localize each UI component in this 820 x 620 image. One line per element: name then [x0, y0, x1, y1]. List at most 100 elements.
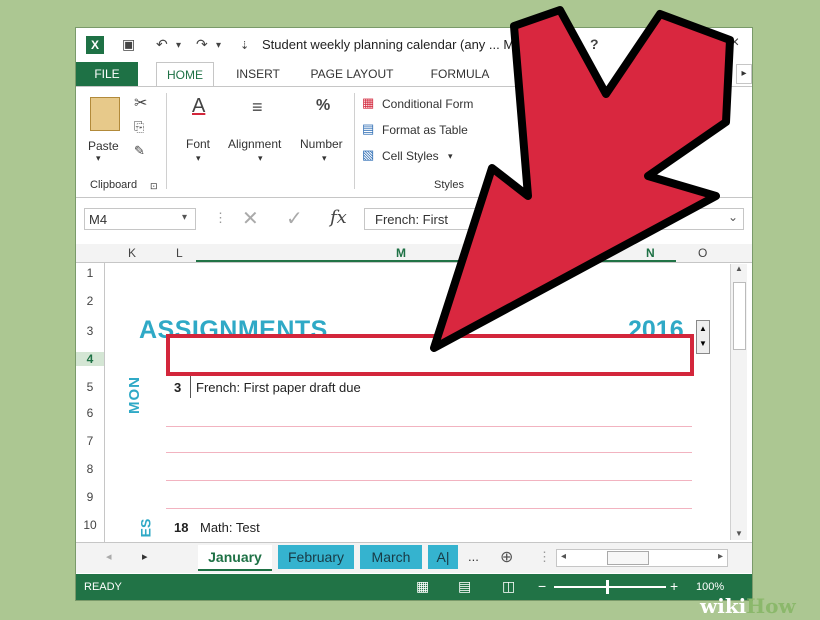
alignment-button[interactable]: Alignment: [228, 137, 281, 151]
row-header-4[interactable]: 4: [76, 352, 104, 366]
clipboard-launcher-icon[interactable]: ⊡: [150, 181, 158, 192]
monday-label: MON: [126, 376, 143, 414]
column-header-o[interactable]: O: [698, 246, 707, 260]
redo-dropdown-icon[interactable]: ▾: [216, 40, 221, 51]
year-spinner[interactable]: ▲ ▼: [696, 320, 710, 354]
row-header-7[interactable]: 7: [76, 434, 104, 448]
new-sheet-icon[interactable]: ⊕: [500, 547, 513, 567]
hscroll-left-icon[interactable]: ◂: [561, 551, 566, 562]
copy-icon[interactable]: ⎘: [134, 119, 144, 135]
percent-icon[interactable]: %: [316, 97, 330, 115]
spin-down-icon[interactable]: ▼: [697, 337, 709, 351]
zoom-slider-track[interactable]: [554, 586, 666, 588]
column-header-l[interactable]: L: [176, 246, 183, 260]
column-header-n[interactable]: N: [646, 246, 655, 260]
wikihow-watermark: wikiHow: [700, 594, 796, 618]
tab-page-layout[interactable]: PAGE LAYOUT: [302, 62, 402, 86]
clipboard-group-label: Clipboard: [90, 179, 138, 191]
hscroll-right-icon[interactable]: ▸: [718, 551, 723, 562]
more-sheets-icon[interactable]: ...: [468, 549, 479, 564]
scroll-thumb[interactable]: [733, 282, 746, 350]
row-header-1[interactable]: 1: [76, 266, 104, 280]
sheet-scroll-left-icon[interactable]: ◂: [106, 550, 112, 563]
zoom-level[interactable]: 100%: [696, 581, 724, 593]
sheet-tab-january[interactable]: January: [198, 545, 272, 571]
row-header-6[interactable]: 6: [76, 406, 104, 420]
sheet-tab-april[interactable]: A|: [428, 545, 458, 569]
calendar-line: [166, 452, 692, 453]
alignment-dropdown-icon[interactable]: ▾: [258, 153, 263, 164]
paste-button[interactable]: Paste: [88, 139, 119, 153]
save-icon[interactable]: ▣: [122, 36, 135, 53]
format-as-table-button[interactable]: Format as Table: [382, 123, 468, 137]
scroll-down-icon[interactable]: ▼: [731, 529, 747, 538]
insert-function-icon[interactable]: fx: [330, 207, 347, 228]
name-box-dropdown-icon[interactable]: ▾: [182, 212, 187, 223]
worksheet-grid[interactable]: K L M N O 1 2 3 4 5 6 7 8 9 10 ASSIGNMEN…: [76, 244, 752, 542]
format-painter-icon[interactable]: ✎: [134, 143, 145, 159]
entry-text[interactable]: Math: Test: [200, 520, 260, 535]
tab-insert[interactable]: INSERT: [228, 62, 288, 86]
row-header-3[interactable]: 3: [76, 324, 104, 338]
cell-styles-icon[interactable]: ▧: [362, 147, 374, 163]
help-button[interactable]: ?: [590, 36, 599, 52]
conditional-formatting-button[interactable]: Conditional Form: [382, 97, 473, 111]
cancel-icon[interactable]: ✕: [242, 206, 259, 231]
normal-view-icon[interactable]: ▦: [416, 578, 429, 595]
paste-dropdown-icon[interactable]: ▾: [96, 153, 101, 164]
number-dropdown-icon[interactable]: ▾: [322, 153, 327, 164]
font-color-icon[interactable]: A: [192, 95, 205, 118]
close-button[interactable]: ×: [730, 34, 739, 52]
ribbon-divider: [354, 93, 355, 189]
window-title: Student weekly planning calendar (any ..…: [262, 37, 533, 52]
excel-logo-icon: X: [86, 36, 104, 54]
column-header-m[interactable]: M: [396, 246, 406, 260]
tab-home[interactable]: HOME: [156, 62, 214, 88]
cut-icon[interactable]: ✂: [134, 93, 147, 113]
number-button[interactable]: Number: [300, 137, 343, 151]
row-header-10[interactable]: 10: [76, 518, 104, 532]
row-header-5[interactable]: 5: [76, 380, 104, 394]
align-icon[interactable]: ≡: [252, 97, 263, 118]
font-button[interactable]: Font: [186, 137, 210, 151]
undo-icon[interactable]: ↶: [156, 36, 168, 53]
zoom-slider-thumb[interactable]: [606, 580, 609, 594]
quick-access-menu-icon[interactable]: ⇣: [240, 39, 249, 52]
scroll-up-icon[interactable]: ▲: [731, 264, 747, 273]
zoom-out-icon[interactable]: −: [538, 578, 546, 594]
format-as-table-icon[interactable]: ▤: [362, 121, 374, 137]
name-box[interactable]: M4: [84, 208, 196, 230]
ribbon-scroll-right-icon[interactable]: ▸: [736, 64, 752, 84]
tab-data[interactable]: TA: [554, 62, 594, 86]
tab-view[interactable]: EW: [692, 62, 732, 86]
status-bar: READY ▦ ▤ ◫ − + 100%: [76, 574, 752, 600]
row-header-2[interactable]: 2: [76, 294, 104, 308]
cell-styles-dropdown-icon[interactable]: ▾: [448, 151, 453, 162]
zoom-in-icon[interactable]: +: [670, 578, 678, 594]
paste-icon[interactable]: [90, 97, 120, 131]
tab-file[interactable]: FILE: [76, 62, 138, 86]
watermark-wiki: wiki: [700, 594, 747, 618]
row-header-9[interactable]: 9: [76, 490, 104, 504]
redo-icon[interactable]: ↷: [196, 36, 208, 53]
vertical-scrollbar[interactable]: ▲ ▼: [730, 264, 747, 540]
cell-styles-button[interactable]: Cell Styles: [382, 149, 439, 163]
sheet-tab-march[interactable]: March: [360, 545, 422, 569]
tab-formulas[interactable]: FORMULA: [420, 62, 500, 86]
sheet-scroll-right-icon[interactable]: ▸: [142, 550, 148, 563]
page-break-view-icon[interactable]: ◫: [502, 578, 515, 595]
hscroll-thumb[interactable]: [607, 551, 649, 565]
spin-up-icon[interactable]: ▲: [697, 321, 709, 337]
font-dropdown-icon[interactable]: ▾: [196, 153, 201, 164]
undo-dropdown-icon[interactable]: ▾: [176, 40, 181, 51]
page-layout-view-icon[interactable]: ▤: [458, 578, 471, 595]
entry-text[interactable]: French: First paper draft due: [196, 380, 361, 395]
conditional-formatting-icon[interactable]: ▦: [362, 95, 374, 111]
enter-icon[interactable]: ✓: [286, 206, 303, 231]
row-header-8[interactable]: 8: [76, 462, 104, 476]
horizontal-scrollbar[interactable]: ◂ ▸: [556, 549, 728, 567]
formula-input[interactable]: French: First: [364, 208, 744, 230]
expand-formula-bar-icon[interactable]: ⌄: [728, 210, 738, 224]
sheet-tab-february[interactable]: February: [278, 545, 354, 569]
column-header-k[interactable]: K: [128, 246, 136, 260]
